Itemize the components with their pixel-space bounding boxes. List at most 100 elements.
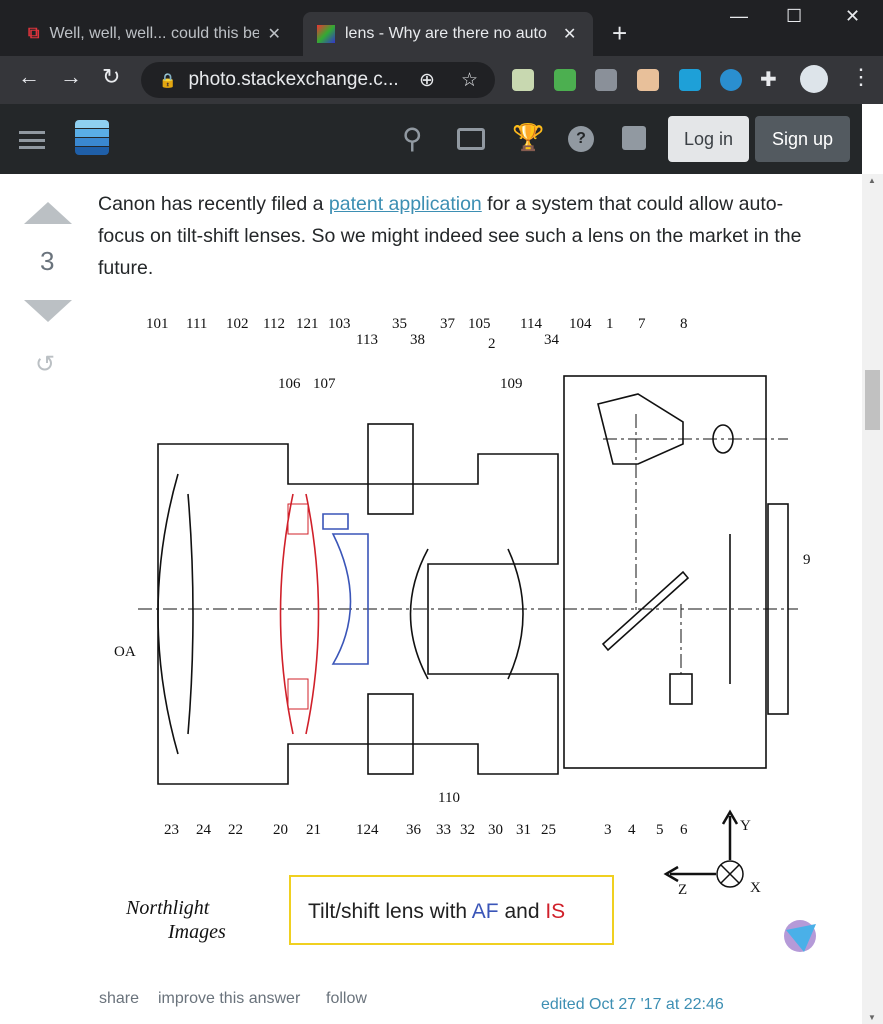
ref-label: 1 (606, 316, 614, 332)
ref-label: 106 (278, 376, 301, 392)
bottom-labels: 23 24 22 20 21 124 36 33 32 30 31 25 3 4… (164, 822, 688, 838)
forward-icon[interactable]: → (60, 64, 82, 90)
ref-label: 31 (516, 822, 531, 838)
scroll-down-icon[interactable]: ▼ (868, 1013, 876, 1022)
help-icon[interactable]: ? (568, 126, 594, 152)
answer-content: 3 ↺ Canon has recently filed a patent ap… (0, 174, 862, 1024)
ref-label: 32 (460, 822, 475, 838)
downvote-button[interactable] (24, 300, 72, 322)
ref-label: 9 (803, 552, 811, 568)
improve-answer-link[interactable]: improve this answer (158, 990, 300, 1008)
revision-history-icon[interactable]: ↺ (35, 350, 55, 379)
extension-share-icon[interactable] (679, 69, 701, 91)
ref-label: 23 (164, 822, 179, 838)
tab-favicon-icon (317, 25, 335, 43)
site-header: ⚲ 🏆 ? Log in Sign up (0, 104, 862, 174)
extension-face-icon[interactable] (637, 69, 659, 91)
ref-label: 22 (228, 822, 243, 838)
ref-label: 5 (656, 822, 664, 838)
ref-label: 109 (500, 376, 523, 392)
stackexchange-logo[interactable] (75, 120, 109, 160)
tab-favicon-icon: ⧉ (28, 25, 40, 42)
vote-count: 3 (40, 246, 55, 276)
patent-figure-image: 101 111 102 112 121 103 35 37 105 114 10… (98, 304, 838, 964)
follow-link[interactable]: follow (326, 990, 367, 1008)
ref-label: 25 (541, 822, 556, 838)
ref-label: 7 (638, 316, 646, 332)
close-tab-icon[interactable]: ✕ (563, 24, 576, 44)
ref-label: 113 (356, 332, 378, 348)
profile-avatar[interactable] (800, 65, 828, 93)
ref-label: 34 (544, 332, 560, 348)
zoom-icon[interactable]: ⊕ (419, 69, 435, 92)
ref-label: 38 (410, 332, 425, 348)
axis-y-label: Y (740, 818, 751, 834)
inbox-icon[interactable] (457, 128, 485, 150)
scrollbar-thumb[interactable] (865, 370, 880, 430)
tab-inactive[interactable]: ⧉ Well, well, well... could this be ✕ (14, 12, 295, 56)
ref-label: 102 (226, 316, 249, 332)
ref-label: 36 (406, 822, 422, 838)
answer-text: Canon has recently filed a (98, 193, 329, 215)
answer-body: Canon has recently filed a patent applic… (98, 188, 818, 284)
tab-active[interactable]: lens - Why are there no auto ✕ (303, 12, 593, 56)
ref-label: 2 (488, 336, 496, 352)
menu-dots-icon[interactable]: ⋮ (850, 64, 872, 90)
ref-label: 104 (569, 316, 592, 332)
ref-label: 8 (680, 316, 688, 332)
ref-label: 24 (196, 822, 212, 838)
new-tab-button[interactable]: + (612, 18, 627, 49)
hamburger-menu-icon[interactable] (19, 131, 45, 149)
patent-application-link[interactable]: patent application (329, 193, 482, 215)
search-icon[interactable]: ⚲ (402, 122, 423, 155)
minimize-icon[interactable]: — (730, 6, 748, 27)
page-scrollbar[interactable]: ▲ ▼ (862, 174, 883, 1024)
ref-label: 6 (680, 822, 688, 838)
ref-label: 30 (488, 822, 503, 838)
achievements-trophy-icon[interactable]: 🏆 (512, 122, 544, 153)
ref-label: 21 (306, 822, 321, 838)
extension-search-icon[interactable] (720, 69, 742, 91)
extensions-puzzle-icon[interactable]: ✚ (760, 67, 777, 92)
close-tab-icon[interactable]: ✕ (267, 24, 280, 44)
scroll-up-icon[interactable]: ▲ (868, 176, 876, 185)
northlight-logo: Images (167, 921, 226, 943)
extension-notes-icon[interactable] (512, 69, 534, 91)
browser-toolbar: ← → ↻ 🔒 photo.stackexchange.c... ⊕ ☆ ✚ ⋮ (0, 56, 883, 104)
ref-label: 114 (520, 316, 542, 332)
login-button[interactable]: Log in (668, 116, 749, 162)
axes-glyph (663, 809, 744, 888)
site-switcher-icon[interactable] (622, 126, 646, 150)
maximize-icon[interactable]: ☐ (786, 6, 802, 27)
url-text: photo.stackexchange.c... (188, 69, 399, 90)
signup-button[interactable]: Sign up (755, 116, 850, 162)
ref-label: 101 (146, 316, 169, 332)
share-link[interactable]: share (99, 990, 139, 1008)
edited-timestamp-link[interactable]: edited Oct 27 '17 at 22:46 (541, 996, 724, 1014)
northlight-logo: Northlight (125, 897, 210, 919)
address-bar[interactable]: 🔒 photo.stackexchange.c... ⊕ ☆ (141, 62, 495, 98)
ref-label: 35 (392, 316, 407, 332)
tab-title: lens - Why are there no auto (345, 25, 547, 42)
reload-icon[interactable]: ↻ (102, 64, 120, 90)
ref-label: 112 (263, 316, 285, 332)
lock-icon: 🔒 (159, 71, 177, 88)
close-window-icon[interactable]: ✕ (845, 6, 860, 27)
back-icon[interactable]: ← (18, 64, 40, 90)
tab-title: Well, well, well... could this be (49, 25, 260, 42)
extension-mail-icon[interactable] (554, 69, 576, 91)
ref-label: 20 (273, 822, 288, 838)
ref-label: 105 (468, 316, 491, 332)
bookmark-star-icon[interactable]: ☆ (461, 69, 478, 92)
ref-label: 33 (436, 822, 451, 838)
ref-label: 107 (313, 376, 336, 392)
axis-x-label: X (750, 880, 761, 896)
ref-label: 4 (628, 822, 636, 838)
axis-z-label: Z (678, 882, 687, 898)
tab-bar: ⧉ Well, well, well... could this be ✕ le… (0, 0, 883, 56)
ref-label: 103 (328, 316, 351, 332)
ref-label: 111 (186, 316, 207, 332)
patent-drawing: 101 111 102 112 121 103 35 37 105 114 10… (114, 316, 816, 952)
upvote-button[interactable] (24, 202, 72, 224)
extension-code-icon[interactable] (595, 69, 617, 91)
